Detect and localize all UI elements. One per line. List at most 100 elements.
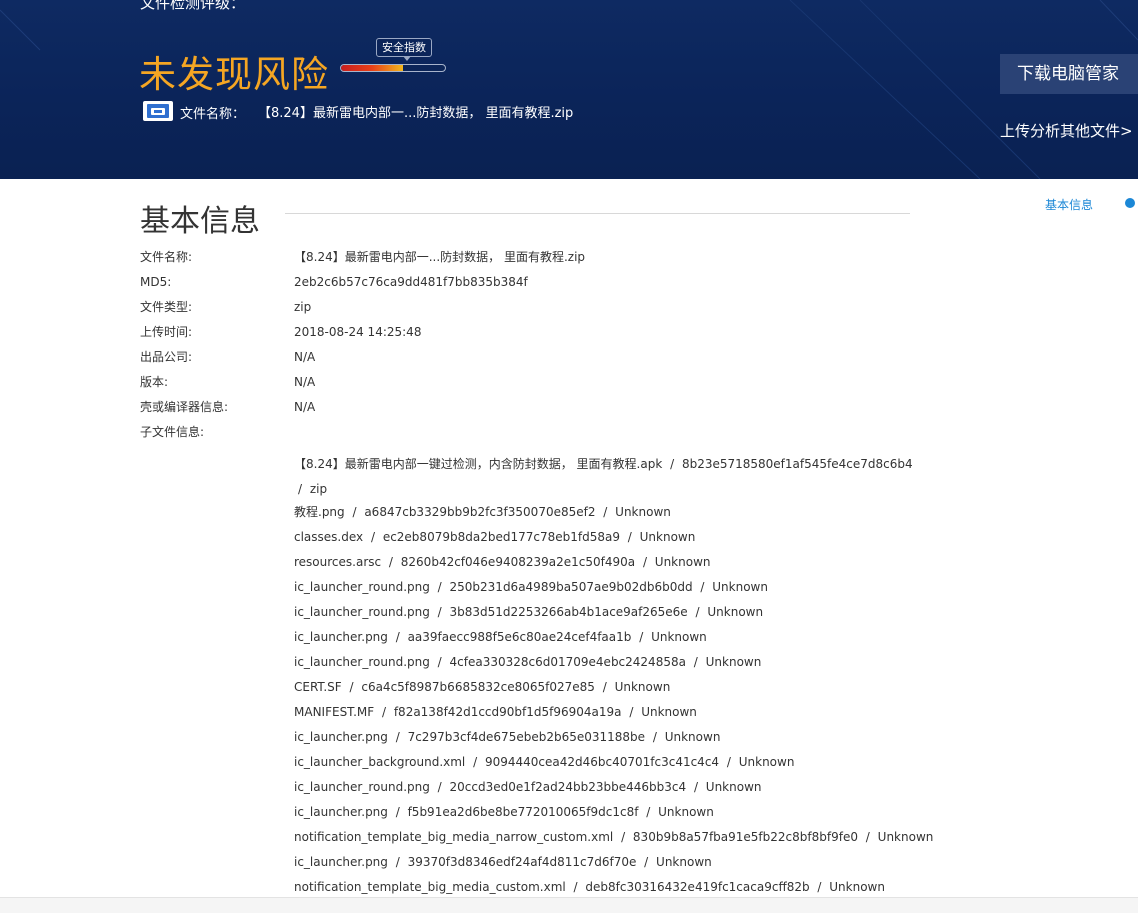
sub-file-md5: 3b83d51d2253266ab4b1ace9af265e6e xyxy=(449,605,688,619)
sub-file-name: ic_launcher.png xyxy=(294,730,388,744)
risk-result: 未发现风险 xyxy=(139,53,329,96)
separator: / xyxy=(813,880,826,894)
sub-file-name: ic_launcher.png xyxy=(294,630,388,644)
info-value: 2eb2c6b57c76ca9dd481f7bb835b384f xyxy=(294,275,528,289)
side-nav-dot-icon[interactable] xyxy=(1125,198,1135,208)
sub-file-md5: 7c297b3cf4de675ebeb2b65e031188be xyxy=(407,730,646,744)
sub-file-item: 【8.24】最新雷电内部一键过检测，内含防封数据， 里面有教程.apk / 8b… xyxy=(294,452,914,502)
separator: / xyxy=(348,505,361,519)
sub-file-item: ic_launcher.png / aa39faecc988f5e6c80ae2… xyxy=(294,627,934,652)
separator: / xyxy=(639,555,651,569)
sub-file-name: ic_launcher.png xyxy=(294,855,388,869)
info-key: 子文件信息: xyxy=(140,425,205,439)
separator: / xyxy=(689,655,702,669)
separator: / xyxy=(696,580,709,594)
separator: / xyxy=(640,855,653,869)
sub-file-md5: 8260b42cf046e9408239a2e1c50f490a xyxy=(400,555,636,569)
security-index-bar xyxy=(340,64,446,72)
sub-file-md5: 39370f3d8346edf24af4d811c7d6f70e xyxy=(407,855,637,869)
file-name-value: 【8.24】最新雷电内部一...防封数据， 里面有教程.zip xyxy=(258,106,574,121)
file-name-label: 文件名称： xyxy=(180,107,246,122)
separator: / xyxy=(391,630,404,644)
sub-file-type: Unknown xyxy=(829,880,885,894)
sub-file-name: ic_launcher_background.xml xyxy=(294,755,466,769)
sub-file-item: notification_template_big_media_narrow_c… xyxy=(294,827,934,852)
section-title: 基本信息 xyxy=(140,204,260,239)
sub-file-md5: 20ccd3ed0e1f2ad24bb23bbe446bb3c4 xyxy=(449,780,687,794)
side-nav-basic-info[interactable]: 基本信息 xyxy=(1045,196,1093,213)
sub-file-name: ic_launcher_round.png xyxy=(294,655,430,669)
sub-file-item: ic_launcher.png / 7c297b3cf4de675ebeb2b6… xyxy=(294,727,934,752)
sub-file-list: 【8.24】最新雷电内部一键过检测，内含防封数据， 里面有教程.apk / 8b… xyxy=(294,452,934,902)
rating-label: 文件检测评级： xyxy=(140,0,246,12)
sub-file-name: resources.arsc xyxy=(294,555,382,569)
sub-file-md5: f5b91ea2d6be8be772010065f9dc1c8f xyxy=(407,805,639,819)
sub-file-type: Unknown xyxy=(615,505,671,519)
separator: / xyxy=(649,730,661,744)
bottom-scroll-bar xyxy=(0,897,1138,913)
info-value: N/A xyxy=(294,375,316,389)
separator: / xyxy=(433,655,446,669)
download-pc-manager-button[interactable]: 下载电脑管家 xyxy=(1000,54,1138,94)
sub-file-md5: aa39faecc988f5e6c80ae24cef4faa1b xyxy=(407,630,632,644)
info-value: N/A xyxy=(294,350,316,364)
info-value: N/A xyxy=(294,400,316,414)
separator: / xyxy=(635,630,648,644)
info-key: 壳或编译器信息: xyxy=(140,400,229,414)
sub-file-type: Unknown xyxy=(877,830,934,844)
separator: / xyxy=(691,605,704,619)
sub-file-md5: 9094440cea42d46bc40701fc3c41c4c4 xyxy=(484,755,720,769)
section-divider xyxy=(285,213,910,214)
separator: / xyxy=(391,805,404,819)
sub-file-name: notification_template_big_media_narrow_c… xyxy=(294,830,614,844)
sub-file-name: ic_launcher_round.png xyxy=(294,605,430,619)
sub-file-type: Unknown xyxy=(658,805,714,819)
sub-file-md5: 8b23e5718580ef1af545fe4ce7d8c6b4 xyxy=(681,457,913,471)
separator: / xyxy=(599,505,612,519)
separator: / xyxy=(469,755,481,769)
info-key: 上传时间: xyxy=(140,325,193,339)
sub-file-type: Unknown xyxy=(654,555,711,569)
upload-other-file-link[interactable]: 上传分析其他文件> xyxy=(1000,120,1133,141)
sub-file-md5: f82a138f42d1ccd90bf1d5f96904a19a xyxy=(393,705,622,719)
info-value: 2018-08-24 14:25:48 xyxy=(294,325,422,339)
sub-file-type: Unknown xyxy=(707,605,764,619)
sub-file-name: ic_launcher.png xyxy=(294,805,388,819)
info-key: 版本: xyxy=(140,375,169,389)
info-key: 出品公司: xyxy=(140,350,193,364)
separator: / xyxy=(385,555,397,569)
sub-file-item: classes.dex / ec2eb8079b8da2bed177c78eb1… xyxy=(294,527,934,552)
separator: / xyxy=(569,880,582,894)
sub-file-type: Unknown xyxy=(639,530,696,544)
sub-file-md5: 250b231d6a4989ba507ae9b02db6b0dd xyxy=(449,580,693,594)
sub-file-type: Unknown xyxy=(641,705,697,719)
info-key: MD5: xyxy=(140,275,172,289)
sub-file-md5: a6847cb3329bb9b2fc3f350070e85ef2 xyxy=(364,505,596,519)
sub-file-type: Unknown xyxy=(712,580,768,594)
separator: / xyxy=(861,830,874,844)
separator: / xyxy=(433,605,446,619)
separator: / xyxy=(367,530,379,544)
sub-file-type: Unknown xyxy=(651,630,707,644)
result-banner: 文件检测评级： 未发现风险 安全指数 文件名称： 【8.24】最新雷电内部一..… xyxy=(0,0,1138,179)
info-key: 文件类型: xyxy=(140,300,193,314)
separator: / xyxy=(298,482,306,496)
sub-file-md5: 4cfea330328c6d01709e4ebc2424858a xyxy=(449,655,686,669)
sub-file-md5: ec2eb8079b8da2bed177c78eb1fd58a9 xyxy=(382,530,620,544)
sub-file-type: Unknown xyxy=(664,730,721,744)
sub-file-type: zip xyxy=(309,482,328,496)
sub-file-item: ic_launcher_round.png / 250b231d6a4989ba… xyxy=(294,577,934,602)
separator: / xyxy=(433,580,446,594)
sub-file-name: ic_launcher_round.png xyxy=(294,580,430,594)
sub-file-item: ic_launcher_round.png / 20ccd3ed0e1f2ad2… xyxy=(294,777,934,802)
sub-file-type: Unknown xyxy=(738,755,795,769)
separator: / xyxy=(378,705,390,719)
sub-file-item: ic_launcher.png / 39370f3d8346edf24af4d8… xyxy=(294,852,934,877)
separator: / xyxy=(391,730,404,744)
sub-file-name: notification_template_big_media_custom.x… xyxy=(294,880,566,894)
separator: / xyxy=(625,705,638,719)
separator: / xyxy=(345,680,358,694)
sub-file-name: CERT.SF xyxy=(294,680,342,694)
separator: / xyxy=(642,805,655,819)
sub-file-item: CERT.SF / c6a4c5f8987b6685832ce8065f027e… xyxy=(294,677,934,702)
